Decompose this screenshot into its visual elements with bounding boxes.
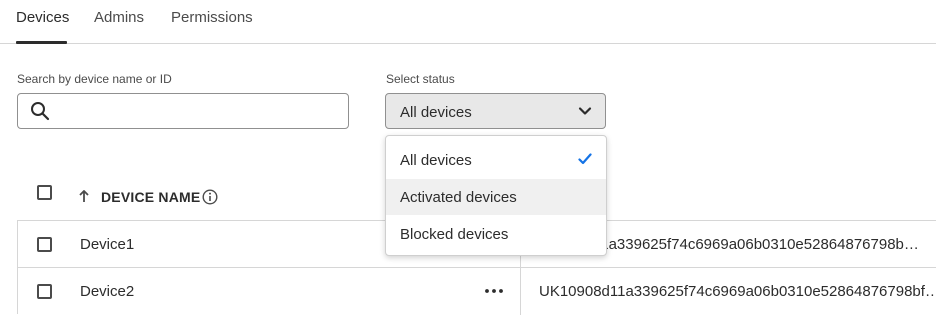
status-dropdown-menu: All devices Activated devices Blocked de… [385,135,607,256]
tab-admins[interactable]: Admins [94,9,144,26]
search-label: Search by device name or ID [17,72,172,86]
search-icon [31,102,50,121]
device-id-cell: …11a339625f74c6969a06b0310e52864876798b… [578,236,919,253]
row-checkbox[interactable] [37,237,52,252]
menu-item-activated-devices[interactable]: Activated devices [386,179,606,215]
menu-item-all-devices[interactable]: All devices [386,142,606,178]
select-all-checkbox[interactable] [37,185,52,200]
search-input[interactable] [17,93,349,129]
more-horizontal-icon[interactable] [484,288,504,294]
checkmark-icon [578,153,592,165]
menu-item-blocked-devices[interactable]: Blocked devices [386,216,606,252]
table-row[interactable]: Device2 UK10908d11a339625f74c6969a06b031… [17,267,936,315]
chevron-down-icon [578,107,592,115]
sort-ascending-icon[interactable] [78,189,90,203]
menu-item-label: All devices [400,152,472,169]
menu-item-label: Activated devices [400,189,517,206]
status-select[interactable]: All devices [385,93,606,129]
column-header-device-name[interactable]: DEVICE NAME [101,189,200,205]
tab-devices[interactable]: Devices [16,9,69,26]
tab-bar: Devices Admins Permissions [0,0,936,44]
device-name-cell: Device1 [80,236,135,253]
device-id-cell: UK10908d11a339625f74c6969a06b0310e528648… [539,283,936,300]
status-select-value: All devices [400,104,472,121]
info-icon[interactable] [202,189,218,205]
row-checkbox[interactable] [37,284,52,299]
tab-permissions[interactable]: Permissions [171,9,253,26]
device-name-cell: Device2 [80,283,135,300]
menu-item-label: Blocked devices [400,226,509,243]
column-divider [520,268,521,315]
status-select-label: Select status [386,72,455,86]
active-tab-indicator [16,41,67,44]
